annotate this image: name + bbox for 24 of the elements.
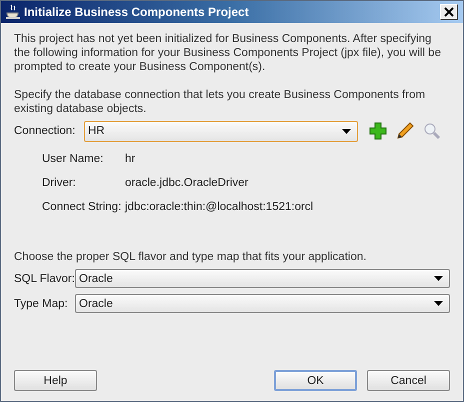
detail-label: User Name: bbox=[42, 152, 104, 166]
detail-value: hr bbox=[125, 152, 136, 166]
select-dropdown[interactable]: Oracle bbox=[75, 294, 450, 313]
detail-label: Connect String: bbox=[42, 200, 122, 214]
connection-hint: Specify the database connection that lets you create Business Components from existing database objects. bbox=[14, 88, 426, 116]
caret-icon bbox=[434, 301, 443, 306]
caret-icon bbox=[434, 276, 443, 281]
detail-label: Driver: bbox=[42, 176, 77, 190]
detail-value: oracle.jdbc.OracleDriver bbox=[125, 176, 250, 190]
detail-value: jdbc:oracle:thin:@localhost:1521:orcl bbox=[125, 200, 314, 214]
connection-dropdown[interactable]: HR bbox=[84, 120, 358, 142]
pencil-icon[interactable] bbox=[396, 122, 414, 140]
intro-text: This project has not yet been initialized for Business Components. After specifying the following information for your Business Components Project (jpx file), you will be prompted to create your Business Component(s). bbox=[14, 32, 442, 74]
select-dropdown[interactable]: Oracle bbox=[75, 269, 450, 288]
dialog-button[interactable]: Help bbox=[14, 370, 97, 391]
caret-icon bbox=[342, 128, 351, 134]
connection-label: Connection: bbox=[14, 125, 76, 137]
dialog-button[interactable]: Cancel bbox=[367, 370, 450, 391]
dialog-button[interactable]: OK bbox=[274, 370, 357, 391]
add-icon[interactable] bbox=[369, 122, 387, 140]
sql-hint: Choose the proper SQL flavor and type map that fits your application. bbox=[14, 250, 368, 264]
coffee-cup-icon bbox=[5, 4, 21, 20]
close-button[interactable] bbox=[440, 4, 458, 20]
window-title: Initialize Business Components Project bbox=[24, 5, 250, 19]
